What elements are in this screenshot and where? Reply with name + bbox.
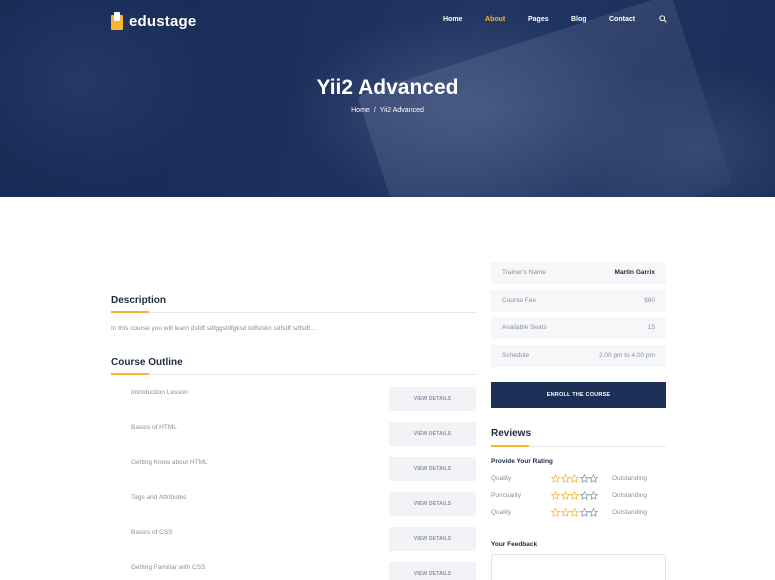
breadcrumb: Home / Yii2 Advanced: [0, 107, 775, 114]
list-item: Basics of CSS VIEW DETAILS: [111, 527, 476, 553]
info-value: 2.00 pm to 4.00 pm: [598, 352, 655, 359]
description-heading: Description: [111, 295, 167, 306]
info-label: Course Fee: [502, 297, 536, 304]
view-details-button[interactable]: VIEW DETAILS: [389, 387, 476, 411]
provide-rating-label: Provide Your Rating: [491, 458, 553, 465]
enroll-button[interactable]: ENROLL THE COURSE: [491, 382, 666, 408]
star-empty-icon[interactable]: [579, 491, 589, 500]
lesson-name: Tags and Attributes: [131, 494, 187, 501]
star-filled-icon[interactable]: [551, 491, 560, 500]
rating-value: Outstanding: [612, 475, 648, 482]
list-item: Basics of HTML VIEW DETAILS: [111, 422, 476, 448]
rating-row: Puncuality Outstanding: [491, 491, 666, 502]
feedback-input[interactable]: [491, 554, 666, 580]
star-empty-icon[interactable]: [589, 474, 598, 483]
nav-item-contact[interactable]: Contact: [609, 16, 635, 23]
star-empty-icon[interactable]: [589, 491, 598, 500]
rating-value: Outstanding: [612, 509, 648, 516]
book-icon: [111, 12, 123, 30]
breadcrumb-separator: /: [373, 107, 376, 114]
course-outline-heading: Course Outline: [111, 357, 183, 368]
course-outline-accent: [111, 373, 149, 375]
nav-item-blog[interactable]: Blog: [571, 16, 587, 23]
star-filled-icon[interactable]: [570, 491, 579, 500]
view-details-button[interactable]: VIEW DETAILS: [389, 492, 476, 516]
rating-row: Quality Outstanding: [491, 508, 666, 519]
description-accent: [111, 311, 149, 313]
view-details-button[interactable]: VIEW DETAILS: [389, 527, 476, 551]
brand-name: edustage: [129, 12, 197, 30]
view-details-button[interactable]: VIEW DETAILS: [389, 457, 476, 481]
main-navigation: edustage Home About Pages Blog Contact: [0, 0, 775, 44]
star-filled-icon[interactable]: [560, 508, 570, 517]
star-rating[interactable]: [551, 474, 599, 483]
lesson-name: Introduction Lesson: [131, 389, 188, 396]
course-fee-row: Course Fee $60: [491, 290, 666, 312]
rating-row: Quality Outstanding: [491, 474, 666, 485]
list-item: Getting Familiar with CSS VIEW DETAILS: [111, 562, 476, 580]
star-rating[interactable]: [551, 491, 599, 500]
star-filled-icon[interactable]: [560, 474, 570, 483]
star-filled-icon[interactable]: [551, 474, 560, 483]
lesson-name: Getting Know about HTML: [131, 459, 208, 466]
rating-label: Puncuality: [491, 492, 521, 499]
list-item: Tags and Attributes VIEW DETAILS: [111, 492, 476, 518]
star-filled-icon[interactable]: [570, 508, 579, 517]
view-details-button[interactable]: VIEW DETAILS: [389, 422, 476, 446]
star-empty-icon[interactable]: [589, 508, 598, 517]
star-empty-icon[interactable]: [579, 508, 589, 517]
nav-item-about[interactable]: About: [485, 16, 505, 23]
rating-label: Quality: [491, 509, 512, 516]
hero-banner: edustage Home About Pages Blog Contact Y…: [0, 0, 775, 197]
view-details-button[interactable]: VIEW DETAILS: [389, 562, 476, 580]
list-item: Getting Know about HTML VIEW DETAILS: [111, 457, 476, 483]
info-label: Available Seats: [502, 324, 547, 331]
star-filled-icon[interactable]: [570, 474, 579, 483]
brand-logo[interactable]: edustage: [111, 12, 196, 30]
reviews-heading: Reviews: [491, 428, 532, 439]
search-icon[interactable]: [659, 15, 667, 23]
breadcrumb-home[interactable]: Home: [351, 107, 370, 114]
star-filled-icon[interactable]: [551, 508, 560, 517]
lesson-name: Basics of HTML: [131, 424, 177, 431]
info-label: Trainer's Name: [502, 269, 546, 276]
list-item: Introduction Lesson VIEW DETAILS: [111, 387, 476, 413]
description-divider: [111, 312, 476, 313]
page-title: Yii2 Advanced: [316, 76, 459, 99]
nav-item-pages[interactable]: Pages: [528, 16, 549, 23]
lesson-name: Basics of CSS: [131, 529, 173, 536]
lesson-name: Getting Familiar with CSS: [131, 564, 206, 571]
feedback-label: Your Feedback: [491, 541, 538, 548]
star-empty-icon[interactable]: [579, 474, 589, 483]
breadcrumb-current: Yii2 Advanced: [379, 107, 424, 114]
info-label: Schedule: [502, 352, 530, 359]
star-filled-icon[interactable]: [560, 491, 570, 500]
schedule-row: Schedule 2.00 pm to 4.00 pm: [491, 345, 666, 367]
info-value: 15: [647, 324, 655, 331]
available-seats-row: Available Seats 15: [491, 317, 666, 339]
trainer-row: Trainer's Name Martin Garrix: [491, 262, 666, 284]
course-outline-divider: [111, 374, 476, 375]
info-value: $60: [644, 297, 655, 304]
description-text: In this course you will learn dsfdf sdfg…: [111, 325, 316, 332]
info-value: Martin Garrix: [614, 269, 655, 276]
nav-item-home[interactable]: Home: [443, 16, 462, 23]
rating-label: Quality: [491, 475, 512, 482]
rating-value: Outstanding: [612, 492, 648, 499]
star-rating[interactable]: [551, 508, 599, 517]
reviews-accent: [491, 445, 529, 447]
